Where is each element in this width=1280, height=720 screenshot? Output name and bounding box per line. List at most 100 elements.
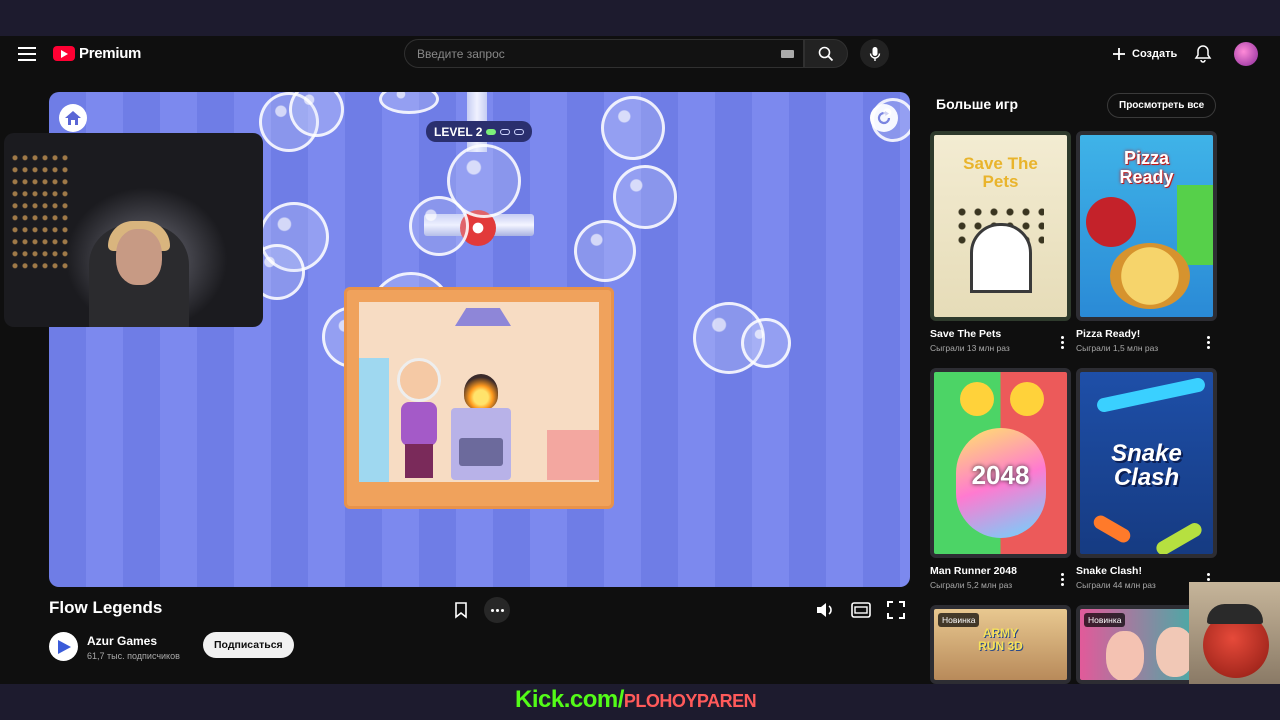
dot <box>1060 336 1064 339</box>
bird-cap <box>1207 604 1263 624</box>
new-badge: Новинка <box>1084 613 1126 627</box>
snake-orange <box>1091 512 1133 546</box>
dot <box>490 608 494 612</box>
card-plays: Сыграли 5,2 млн раз <box>930 580 1013 590</box>
youtube-premium-logo[interactable]: Premium <box>53 45 141 62</box>
level-progress-pip <box>500 128 511 135</box>
kitchen-interior <box>359 302 599 482</box>
water-bubble <box>613 165 677 229</box>
card-title[interactable]: Save The Pets <box>930 328 1071 340</box>
dot <box>1060 573 1064 576</box>
game-thumbnail[interactable]: Новинка ARMY RUN 3D <box>930 605 1071 684</box>
angry-bird-avatar-overlay <box>1189 582 1280 684</box>
stove <box>451 408 511 480</box>
game-thumbnail[interactable]: Save The Pets <box>930 131 1071 321</box>
thumbnail-title: 2048 <box>971 460 1030 490</box>
dot <box>1206 578 1210 581</box>
bell-icon <box>1194 45 1212 63</box>
kick-domain: Kick.com/ <box>515 686 624 713</box>
grandma-character <box>387 358 447 478</box>
plus-icon <box>1113 47 1125 60</box>
channel-avatar[interactable] <box>49 632 78 661</box>
azur-games-logo-icon <box>57 639 71 654</box>
card-menu-button[interactable] <box>1059 336 1065 350</box>
water-bubble <box>871 98 910 142</box>
more-options-button[interactable] <box>484 597 510 623</box>
card-title[interactable]: Pizza Ready! <box>1076 328 1217 340</box>
green-blocks <box>1177 185 1213 265</box>
menu-icon[interactable] <box>18 47 36 61</box>
water-bubble <box>379 92 439 114</box>
level-progress-pip <box>486 128 497 135</box>
channel-name[interactable]: Azur Games <box>87 634 157 648</box>
cooker-hood <box>455 308 511 326</box>
streamer-face <box>116 229 162 285</box>
card-title[interactable]: Man Runner 2048 <box>930 565 1071 577</box>
subscribe-button[interactable]: Подписаться <box>203 632 294 658</box>
kitchen-room <box>344 287 614 509</box>
save-button[interactable] <box>449 598 473 622</box>
thumbnail-title: Save The Pets <box>963 154 1038 191</box>
thumbnail-title: Snake Clash <box>1111 440 1182 491</box>
pizza <box>1110 243 1190 309</box>
voice-search-button[interactable] <box>860 39 889 68</box>
card-plays: Сыграли 13 млн раз <box>930 343 1010 353</box>
character-legs <box>405 444 433 478</box>
search-button[interactable] <box>804 39 848 68</box>
character-body <box>401 402 437 446</box>
view-all-button[interactable]: Просмотреть все <box>1107 93 1217 118</box>
dot <box>1060 341 1064 344</box>
game-home-button[interactable] <box>59 104 87 132</box>
game-card[interactable]: Snake Clash Snake Clash! Сыграли 44 млн … <box>1076 368 1217 590</box>
volume-button[interactable] <box>813 598 837 622</box>
card-menu-button[interactable] <box>1059 573 1065 587</box>
game-card[interactable]: 2048 Man Runner 2048 Сыграли 5,2 млн раз <box>930 368 1071 590</box>
card-title[interactable]: Snake Clash! <box>1076 565 1217 577</box>
character-head <box>397 358 441 402</box>
logo-text: Premium <box>79 45 142 62</box>
card-plays: Сыграли 1,5 млн раз <box>1076 343 1159 353</box>
dot <box>500 608 504 612</box>
fullscreen-button[interactable] <box>884 598 908 622</box>
channel-subscribers: 61,7 тыс. подписчиков <box>87 651 180 661</box>
snake-blue <box>1095 376 1207 414</box>
stream-top-band <box>0 0 1280 36</box>
game-card[interactable]: Pizza Ready Pizza Ready! Сыграли 1,5 млн… <box>1076 131 1217 353</box>
stove-fire <box>464 374 498 410</box>
pet-shelter <box>970 223 1032 293</box>
city-lights <box>12 153 72 273</box>
level-indicator: LEVEL 2 <box>426 121 533 142</box>
game-card[interactable]: Save The Pets Save The Pets Сыграли 13 м… <box>930 131 1071 353</box>
search-input[interactable] <box>417 40 772 67</box>
dot <box>495 608 499 612</box>
volume-icon <box>817 603 832 617</box>
water-bubble <box>409 196 469 256</box>
cool-emoji-icon <box>960 382 994 416</box>
water-bubble <box>741 318 791 368</box>
snake-green <box>1153 520 1205 554</box>
level-progress-pip <box>514 128 525 135</box>
notifications-button[interactable] <box>1193 44 1213 64</box>
create-label: Создать <box>1132 47 1178 60</box>
character-face <box>1106 631 1144 680</box>
dot <box>1206 346 1210 349</box>
game-thumbnail[interactable]: 2048 <box>930 368 1071 558</box>
thumbnail-title: Pizza Ready <box>1119 148 1174 187</box>
game-thumbnail[interactable]: Pizza Ready <box>1076 131 1217 321</box>
more-games-heading: Больше игр <box>936 96 1019 112</box>
new-badge: Новинка <box>938 613 980 627</box>
pizza-chef <box>1086 197 1136 247</box>
keyboard-icon[interactable] <box>781 50 794 58</box>
water-bubble <box>601 96 665 160</box>
card-menu-button[interactable] <box>1205 336 1211 350</box>
create-button[interactable]: Создать <box>1106 41 1183 66</box>
game-card[interactable]: Новинка ARMY RUN 3D <box>930 605 1071 684</box>
game-thumbnail[interactable]: Snake Clash <box>1076 368 1217 558</box>
kitchen-cabinet <box>547 430 599 480</box>
home-icon <box>65 111 81 125</box>
fridge <box>359 358 389 482</box>
youtube-header: Premium Создать <box>0 36 1280 72</box>
theater-mode-button[interactable] <box>849 598 873 622</box>
dot <box>1206 573 1210 576</box>
account-avatar[interactable] <box>1234 42 1258 66</box>
